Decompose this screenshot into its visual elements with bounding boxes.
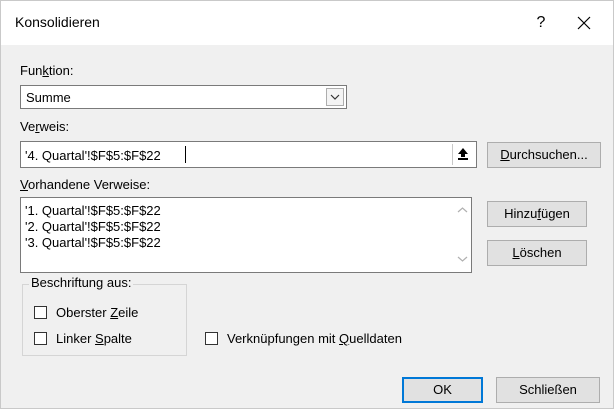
ok-button[interactable]: OK <box>402 377 483 403</box>
function-dropdown[interactable]: Summe <box>20 85 347 109</box>
reference-label: Verweis: <box>20 119 70 134</box>
arrow-up-icon <box>458 148 468 160</box>
chevron-down-icon <box>330 94 340 100</box>
source-links-checkbox[interactable] <box>205 332 218 345</box>
dropdown-button[interactable] <box>326 88 344 106</box>
list-item[interactable]: '3. Quartal'!$F$5:$F$22 <box>25 235 161 250</box>
reference-value: '4. Quartal'!$F$5:$F$22 <box>25 148 161 163</box>
consolidate-dialog: Konsolidieren ? Funktion: Summe Verweis:… <box>0 0 614 409</box>
delete-button[interactable]: Löschen <box>487 240 587 266</box>
left-column-checkbox[interactable] <box>34 332 47 345</box>
list-scrollbar[interactable] <box>454 198 471 272</box>
help-button[interactable]: ? <box>529 10 553 36</box>
reference-input[interactable]: '4. Quartal'!$F$5:$F$22 <box>20 141 477 168</box>
collapse-dialog-button[interactable] <box>452 144 474 165</box>
existing-references-list[interactable]: '1. Quartal'!$F$5:$F$22 '2. Quartal'!$F$… <box>20 197 472 273</box>
source-links-label[interactable]: Verknüpfungen mit Quelldaten <box>227 331 402 346</box>
left-column-label[interactable]: Linker Spalte <box>56 331 132 346</box>
existing-references-label: Vorhandene Verweise: <box>20 177 151 192</box>
top-row-checkbox[interactable] <box>34 306 47 319</box>
dialog-title: Konsolidieren <box>15 14 100 30</box>
close-button[interactable] <box>569 10 599 36</box>
list-item[interactable]: '2. Quartal'!$F$5:$F$22 <box>25 219 161 234</box>
labels-group-title: Beschriftung aus: <box>29 275 134 290</box>
function-label: Funktion: <box>20 63 74 78</box>
scroll-down-icon[interactable] <box>457 255 468 263</box>
close-dialog-button[interactable]: Schließen <box>496 377 600 403</box>
title-bar: Konsolidieren ? <box>1 1 613 45</box>
close-icon <box>577 16 591 30</box>
add-button[interactable]: Hinzufügen <box>487 201 587 227</box>
text-caret <box>185 146 186 163</box>
list-item[interactable]: '1. Quartal'!$F$5:$F$22 <box>25 203 161 218</box>
scroll-up-icon[interactable] <box>457 206 468 214</box>
top-row-label[interactable]: Oberster Zeile <box>56 305 138 320</box>
function-selected-value: Summe <box>26 90 71 105</box>
browse-button[interactable]: Durchsuchen... <box>487 142 601 168</box>
